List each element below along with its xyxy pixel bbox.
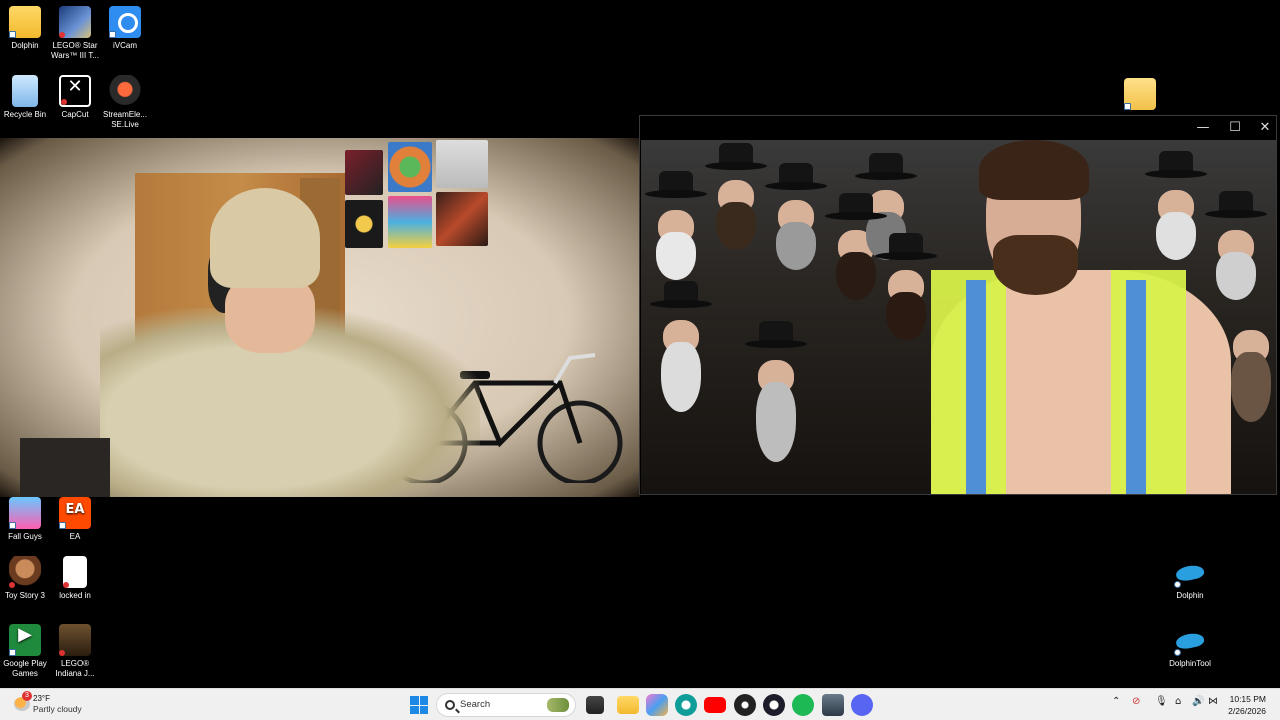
taskbar: 3 23°F Partly cloudy Search ⌃ ⊘ 🎙 ⌂ 🔊 ⋈ … — [0, 688, 1280, 720]
desktop-icon-ivcam[interactable]: iVCam — [100, 6, 150, 51]
close-button[interactable]: ✕ — [1250, 118, 1280, 138]
window-titlebar[interactable]: — ☐ ✕ — [640, 116, 1276, 140]
discord-icon[interactable] — [851, 694, 873, 716]
spotify-icon[interactable] — [792, 694, 814, 716]
video-content — [641, 140, 1276, 494]
photos-icon[interactable] — [822, 694, 844, 716]
desktop-icon-toy-story[interactable]: Toy Story 3 — [0, 556, 50, 601]
security-icon[interactable]: ⊘ — [1132, 696, 1140, 707]
weather-condition: Partly cloudy — [33, 704, 82, 714]
clock-time: 10:15 PM — [1229, 694, 1266, 704]
clock[interactable]: 10:15 PM 2/26/2026 — [1228, 693, 1266, 717]
lego-star-wars-icon — [59, 6, 91, 38]
weather-temp: 23°F — [33, 694, 50, 703]
desktop-icon-dolphin-folder[interactable]: Dolphin — [0, 6, 50, 51]
desktop-icon-recycle-bin[interactable]: Recycle Bin — [0, 75, 50, 120]
dolphin-tool-icon — [1174, 624, 1206, 656]
lego-indiana-jones-icon — [59, 624, 91, 656]
search-highlight-icon — [547, 698, 569, 712]
poster — [436, 192, 488, 246]
folder-icon — [1124, 78, 1156, 110]
poster — [345, 150, 383, 195]
document-icon — [63, 556, 87, 588]
fall-guys-icon — [9, 497, 41, 529]
dolphin-icon — [1174, 556, 1206, 588]
weather-widget[interactable]: 3 23°F Partly cloudy — [10, 691, 120, 717]
copilot-icon[interactable] — [646, 694, 668, 716]
app-icon[interactable] — [763, 694, 785, 716]
desk-equipment — [20, 438, 110, 497]
toy-story-icon — [9, 556, 41, 588]
bluetooth-icon[interactable]: ⋈ — [1208, 696, 1218, 707]
streamelements-icon — [109, 75, 141, 107]
obs-icon[interactable] — [734, 694, 756, 716]
desktop-icon-folder-zip[interactable] — [1115, 78, 1165, 113]
desktop-icon-dolphin[interactable]: Dolphin — [1165, 556, 1215, 601]
search-icon — [445, 700, 455, 710]
poster — [388, 196, 432, 248]
desktop: Dolphin LEGO® Star Wars™ III T... iVCam … — [0, 0, 1280, 688]
maximize-button[interactable]: ☐ — [1220, 118, 1250, 138]
microphone-icon[interactable]: 🎙 — [1155, 696, 1168, 707]
streamer-overlay — [931, 140, 1231, 494]
task-view-icon[interactable] — [586, 696, 604, 714]
file-explorer-icon[interactable] — [617, 696, 639, 714]
desktop-icon-lego-star-wars[interactable]: LEGO® Star Wars™ III T... — [50, 6, 100, 61]
desktop-icon-fall-guys[interactable]: Fall Guys — [0, 497, 50, 542]
recycle-bin-icon — [12, 75, 38, 107]
desktop-icon-google-play-games[interactable]: Google Play Games — [0, 624, 50, 679]
google-play-games-icon — [9, 624, 41, 656]
desktop-icon-streamelements[interactable]: StreamEle... SE.Live — [100, 75, 150, 130]
network-icon[interactable]: ⌂ — [1175, 696, 1181, 707]
notification-badge: 3 — [22, 691, 32, 701]
youtube-icon[interactable] — [704, 697, 726, 713]
chevron-up-icon[interactable]: ⌃ — [1112, 696, 1120, 707]
capcut-icon — [59, 75, 91, 107]
poster — [345, 200, 383, 248]
search-box[interactable]: Search — [436, 693, 576, 717]
desktop-icon-ea[interactable]: EA — [50, 497, 100, 542]
ea-icon — [59, 497, 91, 529]
start-button[interactable] — [410, 696, 428, 714]
minimize-button[interactable]: — — [1188, 118, 1218, 138]
webcam-feed-left — [0, 138, 640, 497]
beanie — [210, 188, 320, 288]
ivcam-icon — [109, 6, 141, 38]
desktop-icon-capcut[interactable]: CapCut — [50, 75, 100, 120]
volume-icon[interactable]: 🔊 — [1192, 696, 1204, 707]
search-placeholder: Search — [460, 699, 491, 710]
poster — [436, 140, 488, 188]
poster — [388, 142, 432, 192]
clock-date: 2/26/2026 — [1228, 706, 1266, 716]
video-window[interactable]: — ☐ ✕ — [639, 115, 1277, 495]
folder-icon — [9, 6, 41, 38]
desktop-icon-locked-in[interactable]: locked in — [50, 556, 100, 601]
desktop-icon-lego-indiana[interactable]: LEGO® Indiana J... — [50, 624, 100, 679]
desktop-icon-dolphintool[interactable]: DolphinTool — [1165, 624, 1215, 669]
edge-icon[interactable] — [675, 694, 697, 716]
